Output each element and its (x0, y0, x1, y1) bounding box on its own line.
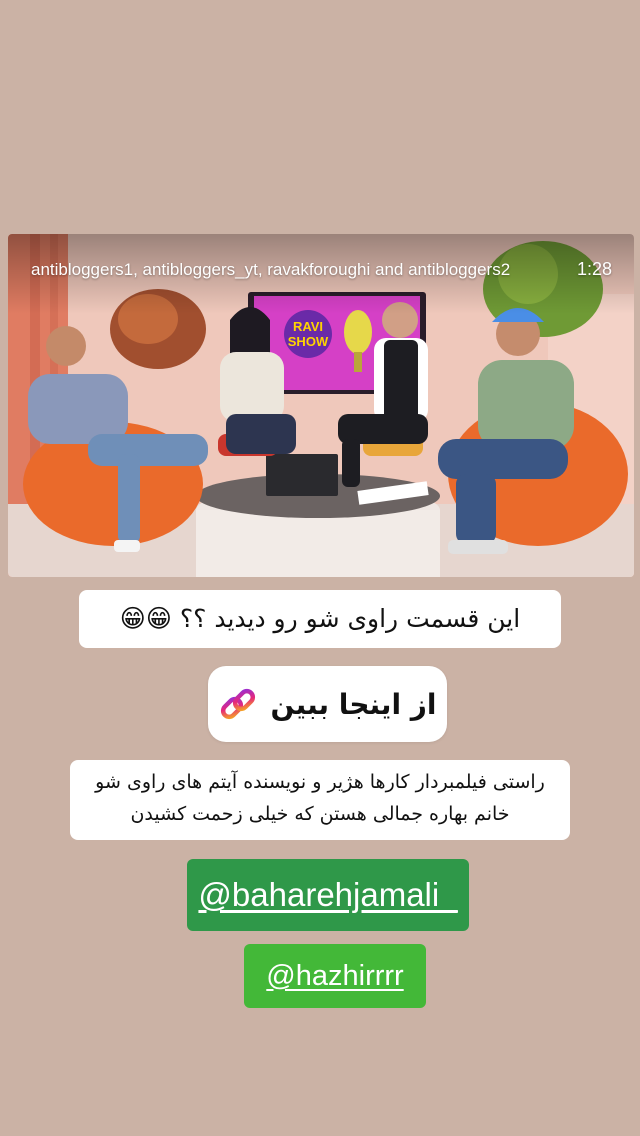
mention-sticker-hazhirrrr[interactable]: @hazhirrrr (244, 944, 426, 1008)
link-sticker[interactable]: از اینجا ببین (208, 666, 447, 742)
question-text-sticker: این قسمت راوی شو رو دیدید ؟؟ 😁😁 (79, 590, 561, 648)
show-logo-line1: RAVI (293, 319, 323, 334)
video-thumbnail: RAVI SHOW (8, 234, 634, 577)
link-sticker-label: از اینجا ببین (270, 687, 437, 721)
show-logo-line2: SHOW (288, 334, 329, 349)
story-canvas: RAVI SHOW antibloggers1, antibloggers_yt… (0, 0, 640, 1136)
video-caption: antibloggers1, antibloggers_yt, ravakfor… (31, 260, 511, 279)
shared-video-post[interactable]: RAVI SHOW antibloggers1, antibloggers_yt… (8, 234, 634, 577)
video-duration: 1:28 (576, 259, 612, 279)
mention-sticker-baharehjamali[interactable]: @baharehjamali_ (187, 859, 469, 931)
description-text-sticker: راستی فیلمبردار کارها هژیر و نویسنده آیت… (70, 760, 570, 840)
link-icon (221, 688, 256, 720)
